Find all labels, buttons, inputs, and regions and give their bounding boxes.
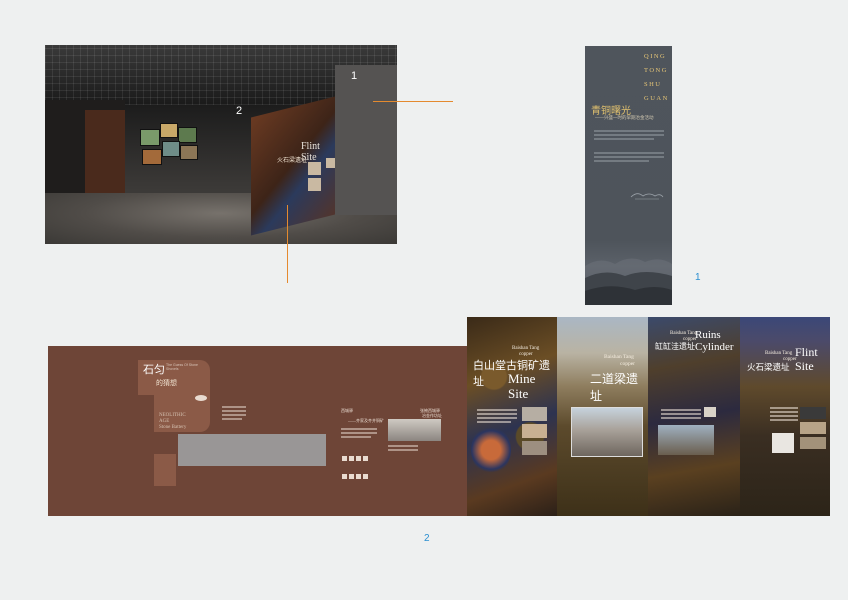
text-line bbox=[388, 445, 418, 447]
marker-1: 1 bbox=[351, 70, 358, 82]
text-line bbox=[770, 419, 798, 421]
wall-image bbox=[308, 162, 321, 175]
wall-sign-cn: 火石梁遗址 bbox=[277, 158, 308, 164]
callout-line-2 bbox=[287, 205, 288, 283]
text-b-sub: 冶金作坊址 bbox=[422, 413, 442, 418]
text-line bbox=[341, 436, 371, 438]
text-a-title: 西城驿 bbox=[341, 408, 353, 413]
panel-en-top: Baishan Tang bbox=[765, 351, 793, 356]
text-line bbox=[594, 138, 654, 140]
panel-en-top: Baishan Tang bbox=[670, 331, 698, 336]
strip-title-sub: 的猜想 bbox=[156, 380, 177, 387]
text-line bbox=[388, 449, 418, 451]
text-line bbox=[661, 409, 701, 411]
text-line bbox=[770, 415, 798, 417]
photo bbox=[772, 433, 794, 453]
cloud-ornament-icon bbox=[630, 193, 664, 200]
panel-en-big-2: Site bbox=[508, 386, 529, 401]
text-line bbox=[222, 418, 242, 420]
text-line bbox=[477, 409, 517, 411]
display-screens bbox=[140, 123, 200, 178]
decor-illustration bbox=[471, 425, 511, 475]
photo bbox=[800, 437, 826, 449]
grey-column-wall bbox=[335, 65, 397, 215]
panel-erdaoliang: Baishan Tang copper 二道梁遗址 bbox=[557, 317, 648, 516]
text-line bbox=[661, 417, 701, 419]
photo bbox=[800, 422, 826, 434]
stone-tool-icon bbox=[195, 395, 207, 401]
panel-mine-site: Baishan Tang copper 白山堂古铜矿遗址 Mine Site bbox=[467, 317, 557, 516]
panel-en-small: copper bbox=[620, 361, 635, 367]
photo bbox=[522, 441, 547, 455]
strip-title: 石匀 bbox=[143, 364, 165, 376]
photo bbox=[522, 407, 547, 421]
text-line bbox=[222, 414, 246, 416]
mountain-graphic bbox=[585, 258, 672, 305]
text-line bbox=[594, 160, 649, 162]
text-line bbox=[594, 134, 664, 136]
text-line bbox=[770, 411, 798, 413]
panel-en-big-2: Cylinder bbox=[695, 341, 734, 353]
exhibition-render: Flint Site 火石梁遗址 1 2 bbox=[45, 45, 397, 244]
text-line bbox=[477, 413, 517, 415]
wood-wall bbox=[85, 110, 125, 200]
text-line bbox=[594, 130, 664, 132]
banner-vertical-text: QING TONG SHU GUAN bbox=[644, 53, 669, 102]
wall-strip-design: 石匀 的猜想 The Guess Of Stone Shovels NEOLIT… bbox=[48, 346, 468, 516]
text-line bbox=[341, 428, 377, 430]
wall-image bbox=[308, 178, 321, 191]
callout-line-1 bbox=[373, 101, 453, 102]
site-photo bbox=[658, 425, 714, 455]
artifact-icons bbox=[341, 449, 369, 479]
panel-en-big-2: Site bbox=[795, 359, 814, 373]
photo bbox=[522, 424, 547, 438]
text-line bbox=[661, 413, 701, 415]
photo bbox=[800, 407, 826, 419]
small-block bbox=[154, 454, 176, 486]
text-line bbox=[477, 417, 517, 419]
panel-en-big-1: Flint bbox=[795, 345, 818, 359]
banner-design: QING TONG SHU GUAN 青铜曙光 ——兴盛一时的早期冶金活动 bbox=[585, 46, 672, 305]
text-line bbox=[222, 410, 246, 412]
marker-2: 2 bbox=[236, 105, 243, 117]
text-a-sub: ——齐家及齐并铜矿 bbox=[348, 418, 384, 423]
panel-cn-title: 缸缸洼遗址 bbox=[655, 342, 695, 351]
figure-label-2: 2 bbox=[424, 533, 430, 544]
text-line bbox=[594, 152, 664, 154]
panel-en-big-1: Mine bbox=[508, 371, 536, 386]
photo bbox=[704, 407, 716, 417]
figure-label-1: 1 bbox=[695, 272, 701, 283]
panel-cn-title: 二道梁遗址 bbox=[590, 372, 639, 403]
banner-subtitle: ——兴盛一时的早期冶金活动 bbox=[595, 115, 654, 120]
text-line bbox=[222, 406, 246, 408]
text-line bbox=[770, 407, 798, 409]
panel-en-big-1: Ruins bbox=[695, 329, 721, 341]
site-photo bbox=[571, 407, 643, 457]
placeholder-area bbox=[178, 434, 326, 466]
panel-flint-site: Baishan Tang copper Flint Site 火石梁遗址 bbox=[740, 317, 830, 516]
text-line bbox=[477, 421, 511, 423]
panel-cn-title: 火石梁遗址 bbox=[747, 362, 790, 372]
panel-cylinder-ruins: Baishan Tang copper Ruins Cylinder 缸缸洼遗址 bbox=[648, 317, 740, 516]
text-line bbox=[341, 432, 377, 434]
strip-title-en: The Guess Of Stone Shovels bbox=[166, 363, 198, 371]
age-text: NEOLITHIC AGE Stone Battery bbox=[159, 413, 187, 430]
text-line bbox=[594, 156, 664, 158]
panel-en-top: Baishan Tang bbox=[512, 346, 540, 351]
panel-en-top: Baishan Tang bbox=[604, 354, 634, 360]
excavation-photo bbox=[388, 419, 441, 441]
